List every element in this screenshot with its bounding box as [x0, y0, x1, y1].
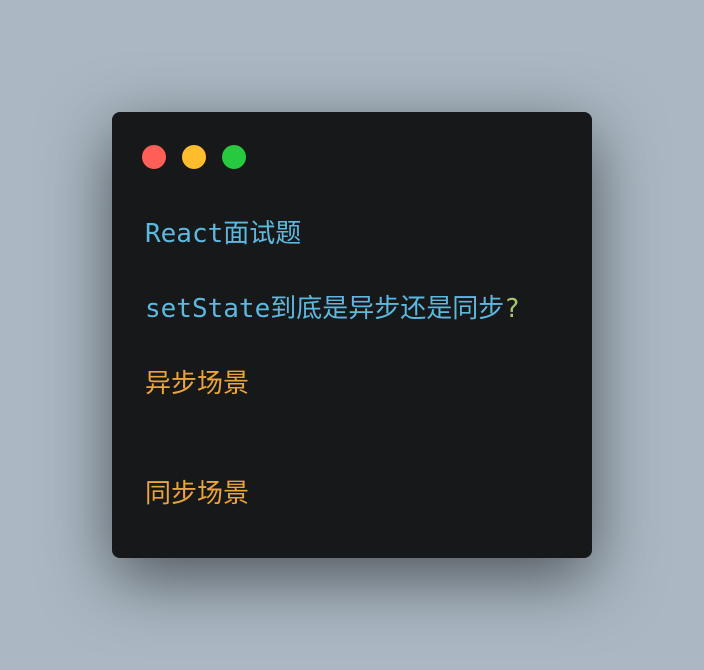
- question-text: setState到底是异步还是同步: [145, 294, 505, 324]
- code-line-async-scenario: 异步场景: [145, 369, 250, 399]
- code-window: React面试题 setState到底是异步还是同步? 异步场景 同步场景: [112, 112, 592, 558]
- close-button[interactable]: [142, 145, 166, 169]
- code-line-question: setState到底是异步还是同步?: [145, 293, 520, 325]
- code-line-title: React面试题: [145, 219, 302, 249]
- window-controls: [142, 145, 246, 169]
- question-mark: ?: [504, 294, 520, 324]
- minimize-button[interactable]: [182, 145, 206, 169]
- zoom-button[interactable]: [222, 145, 246, 169]
- code-line-sync-scenario: 同步场景: [145, 479, 250, 509]
